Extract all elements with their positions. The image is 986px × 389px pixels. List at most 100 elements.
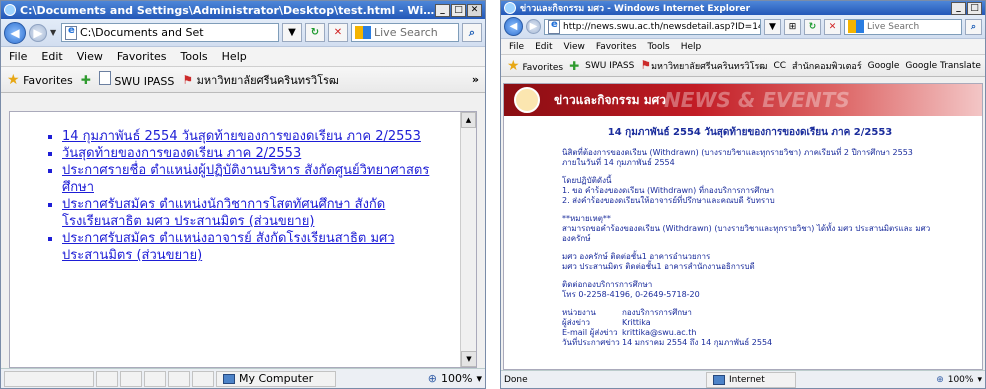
address-value: http://news.swu.ac.th/newsdetail.asp?ID=…	[563, 21, 761, 32]
info-row: วันที่ประกาศข่าว 14 มกราคม 2554 ถึง 14 กุ…	[562, 338, 773, 347]
search-input[interactable]: Live Search	[351, 23, 459, 42]
search-placeholder: Live Search	[867, 21, 920, 32]
status-segment	[96, 370, 118, 387]
more-chevron-icon[interactable]: »	[472, 73, 479, 86]
fav-link-cc[interactable]: CC	[773, 61, 786, 71]
zoom-dropdown-icon[interactable]: ▾	[476, 372, 482, 385]
menu-view[interactable]: View	[77, 50, 103, 63]
menu-help[interactable]: Help	[222, 50, 247, 63]
window-title: ข่าวและกิจกรรม มศว - Windows Internet Ex…	[520, 4, 751, 14]
banner-watermark: NEWS & EVENTS	[664, 88, 850, 112]
zone-indicator[interactable]: Internet	[706, 371, 796, 388]
news-link[interactable]: วันสุดท้ายของการของดเรียน ภาค 2/2553	[62, 146, 301, 161]
fav-link-computer-center[interactable]: สำนักคอมพิวเตอร์	[792, 59, 862, 73]
address-toolbar: ◀ ▶ ▼ C:\Documents and Set ▼ ↻ ✕ Live Se…	[1, 19, 485, 47]
fav-link-label: SWU IPASS	[585, 60, 635, 71]
favorites-label: Favorites	[23, 73, 73, 87]
scroll-up-icon[interactable]: ▲	[461, 112, 476, 128]
security-icon[interactable]	[168, 370, 190, 387]
fav-link-label: Google Translate	[905, 60, 981, 71]
search-input[interactable]: Live Search	[844, 18, 962, 35]
address-input[interactable]: http://news.swu.ac.th/newsdetail.asp?ID=…	[544, 18, 761, 35]
status-text: Done	[504, 374, 528, 385]
zone-label: Internet	[729, 374, 765, 385]
star-icon: ★	[507, 57, 520, 74]
page-icon	[65, 25, 77, 40]
zoom-control[interactable]: ⊕ 100% ▾	[936, 375, 982, 385]
menu-view[interactable]: View	[564, 42, 585, 52]
news-link[interactable]: ประกาศรับสมัคร ตำแหน่งนักวิชาการโสตทัศนศ…	[62, 197, 385, 229]
info-row: E-mail ผู้ส่งข่าว krittika@swu.ac.th	[562, 328, 697, 337]
status-segment	[120, 370, 142, 387]
minimize-button[interactable]: _	[435, 3, 450, 17]
swu-logo	[514, 87, 540, 113]
zoom-dropdown-icon[interactable]: ▾	[977, 375, 982, 385]
zone-indicator[interactable]: My Computer	[216, 370, 336, 387]
fav-link-label: มหาวิทยาลัยศรีนครินทรวิโรฒ	[196, 73, 339, 87]
menu-favorites[interactable]: Favorites	[596, 42, 637, 52]
menu-file[interactable]: File	[509, 42, 524, 52]
internet-icon	[713, 374, 725, 385]
stop-button[interactable]: ✕	[824, 18, 841, 35]
fav-link-google-translate[interactable]: Google Translate	[905, 61, 980, 71]
add-favorite-icon[interactable]: ✚	[569, 59, 579, 73]
info-row: ผู้ส่งข่าว Krittika	[562, 318, 651, 327]
menu-favorites[interactable]: Favorites	[117, 50, 167, 63]
menu-file[interactable]: File	[9, 50, 27, 63]
maximize-button[interactable]: □	[451, 3, 466, 17]
address-input[interactable]: C:\Documents and Set	[61, 23, 279, 42]
fav-link-swu-ipass[interactable]: SWU IPASS	[585, 61, 634, 71]
news-link[interactable]: 14 กุมภาพันธ์ 2554 วันสุดท้ายของการของดเ…	[62, 129, 421, 144]
window-controls: _ □	[951, 1, 982, 15]
history-dropdown-icon[interactable]: ▼	[50, 28, 58, 37]
menu-edit[interactable]: Edit	[41, 50, 62, 63]
zoom-icon: ⊕	[936, 374, 944, 385]
news-link[interactable]: ประกาศรับสมัคร ตำแหน่งอาจารย์ สังกัดโรงเ…	[62, 231, 395, 263]
list-item: ประกาศรายชื่อ ตำแหน่งผู้ปฏิบัติงานบริหาร…	[62, 162, 452, 196]
close-button[interactable]: ✕	[467, 3, 482, 17]
refresh-button[interactable]: ↻	[804, 18, 821, 35]
stop-button[interactable]: ✕	[328, 23, 348, 42]
forward-button[interactable]: ▶	[526, 19, 541, 34]
status-bar: My Computer ⊕ 100% ▾	[1, 368, 485, 388]
fav-link-swu[interactable]: ⚑ มหาวิทยาลัยศรีนครินทรวิโรฒ	[182, 71, 338, 89]
menu-tools[interactable]: Tools	[648, 42, 670, 52]
list-item: วันสุดท้ายของการของดเรียน ภาค 2/2553	[62, 145, 452, 162]
search-button[interactable]: ⌕	[462, 23, 482, 42]
menu-edit[interactable]: Edit	[535, 42, 552, 52]
scroll-down-icon[interactable]: ▼	[461, 351, 476, 367]
back-button[interactable]: ◀	[504, 17, 523, 36]
favorites-button[interactable]: ★ Favorites	[507, 58, 563, 74]
minimize-button[interactable]: _	[951, 1, 966, 15]
address-toolbar: ◀ ▶ http://news.swu.ac.th/newsdetail.asp…	[501, 15, 985, 39]
title-bar[interactable]: ข่าวและกิจกรรม มศว - Windows Internet Ex…	[501, 1, 985, 15]
menu-tools[interactable]: Tools	[181, 50, 208, 63]
vertical-scrollbar[interactable]: ▲ ▼	[460, 112, 476, 367]
maximize-button[interactable]: □	[967, 1, 982, 15]
fav-link-swu-ipass[interactable]: SWU IPASS	[98, 71, 174, 88]
page-icon	[98, 71, 111, 85]
fav-link-swu[interactable]: ⚑มหาวิทยาลัยศรีนครินทรวิโรฒ	[640, 58, 767, 73]
status-bar: Done Internet ⊕ 100% ▾	[501, 370, 985, 388]
fav-link-label: CC	[773, 60, 787, 71]
title-bar[interactable]: C:\Documents and Settings\Administrator\…	[1, 1, 485, 19]
news-paragraph: **หมายเหตุ** สามารถขอคำร้องของดเรียน (Wit…	[562, 214, 931, 243]
add-favorite-icon[interactable]: ✚	[81, 73, 91, 87]
forward-button[interactable]: ▶	[29, 23, 47, 42]
refresh-button[interactable]: ↻	[305, 23, 325, 42]
news-link[interactable]: ประกาศรายชื่อ ตำแหน่งผู้ปฏิบัติงานบริหาร…	[62, 163, 429, 195]
address-dropdown-button[interactable]: ▼	[764, 18, 781, 35]
search-button[interactable]: ⌕	[965, 18, 982, 35]
window-title: C:\Documents and Settings\Administrator\…	[20, 3, 435, 17]
back-button[interactable]: ◀	[4, 21, 26, 44]
menu-help[interactable]: Help	[681, 42, 702, 52]
address-dropdown-button[interactable]: ▼	[282, 23, 302, 42]
zone-label: My Computer	[239, 372, 314, 385]
zoom-control[interactable]: ⊕ 100% ▾	[428, 372, 482, 385]
news-info-table: หน่วยงาน กองบริการการศึกษา ผู้ส่งข่าว Krit…	[562, 308, 938, 348]
favorites-button[interactable]: ★ Favorites	[7, 72, 73, 88]
fav-link-google[interactable]: Google	[868, 61, 900, 71]
search-placeholder: Live Search	[374, 26, 438, 39]
compat-view-button[interactable]: ⊞	[784, 18, 801, 35]
status-segment	[192, 370, 214, 387]
